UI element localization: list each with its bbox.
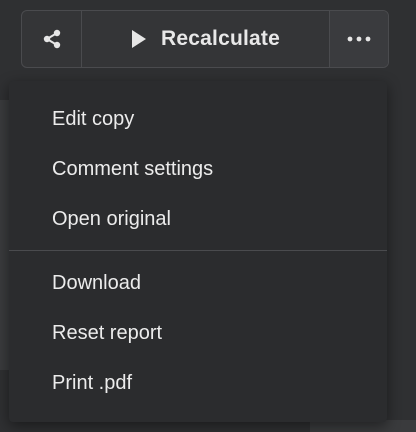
menu-item-open-original[interactable]: Open original (9, 194, 387, 244)
dropdown-menu: Edit copy Comment settings Open original… (9, 81, 387, 422)
menu-item-download[interactable]: Download (9, 258, 387, 308)
more-horizontal-icon (347, 36, 371, 42)
play-icon (132, 30, 147, 48)
more-options-button[interactable] (330, 11, 388, 67)
share-icon (43, 29, 60, 49)
menu-item-reset-report[interactable]: Reset report (9, 308, 387, 358)
menu-item-edit-copy[interactable]: Edit copy (9, 94, 387, 144)
share-button[interactable] (22, 11, 82, 67)
toolbar: Recalculate (21, 10, 389, 68)
menu-divider (9, 250, 387, 251)
recalculate-button[interactable]: Recalculate (82, 11, 330, 67)
menu-item-print-pdf[interactable]: Print .pdf (9, 358, 387, 408)
recalculate-label: Recalculate (161, 27, 280, 50)
menu-item-comment-settings[interactable]: Comment settings (9, 144, 387, 194)
page: Recalculate Edit copy Comment settings O… (0, 0, 416, 432)
